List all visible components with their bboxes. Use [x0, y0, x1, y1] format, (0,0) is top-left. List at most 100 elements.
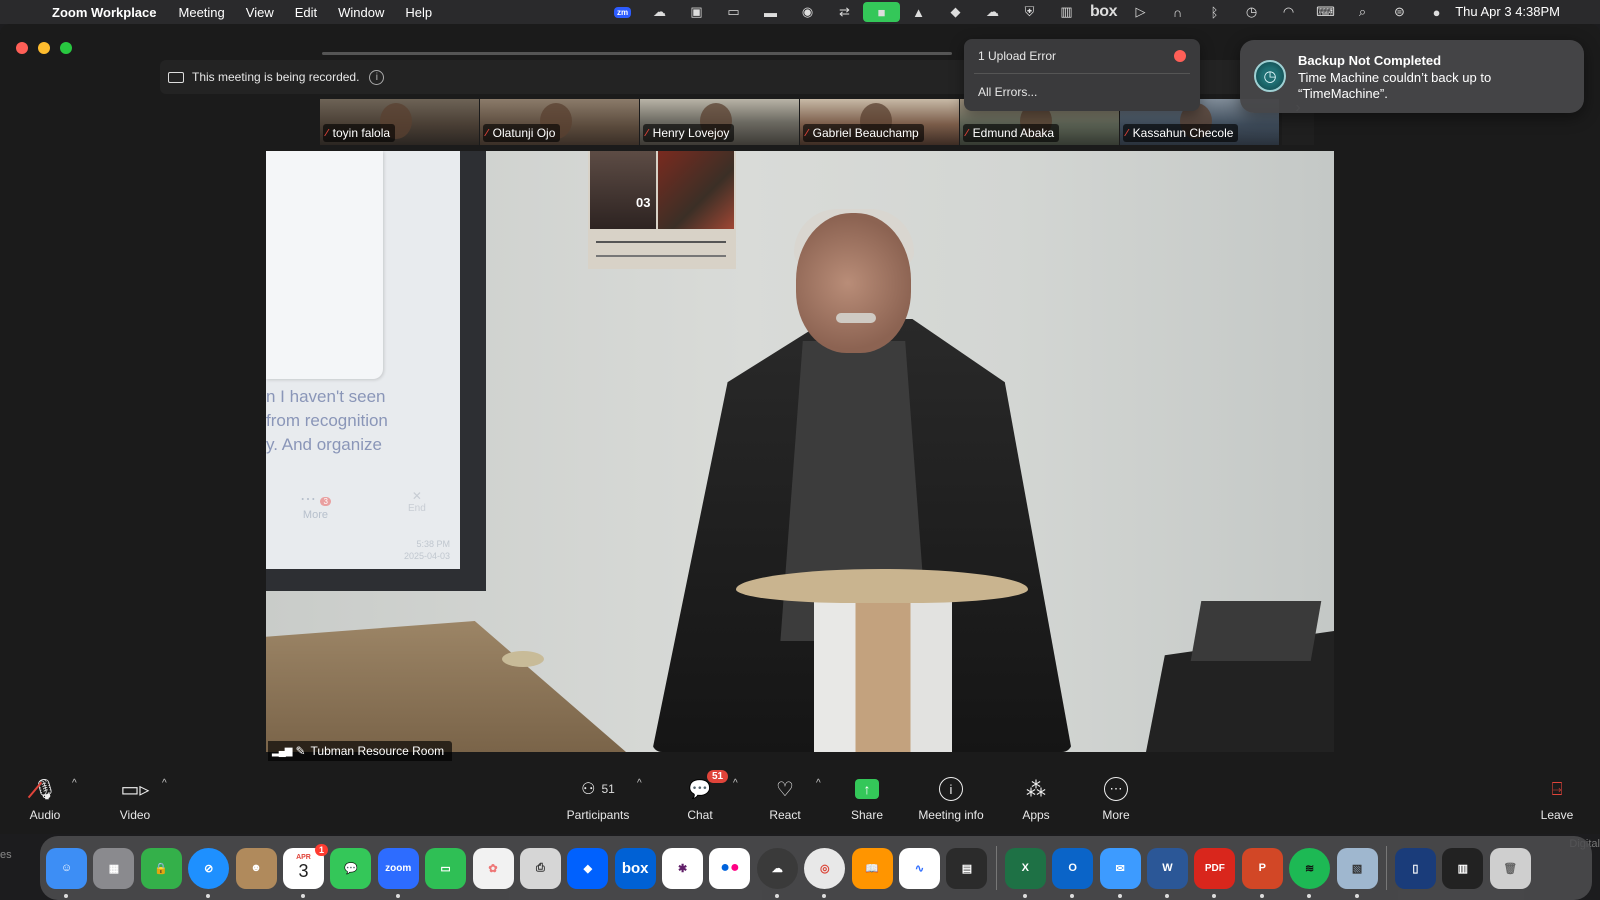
menu-view[interactable]: View — [246, 5, 274, 20]
play-icon[interactable]: ▷ — [1122, 0, 1159, 24]
box-status-icon[interactable]: box — [1085, 0, 1122, 24]
activity-monitor-icon[interactable]: ▥ — [1442, 847, 1484, 889]
leave-button[interactable]: ⍈ Leave — [1512, 776, 1600, 823]
share-button[interactable]: ↑ Share — [822, 776, 912, 822]
more-button[interactable]: ⋯ More — [1071, 776, 1161, 822]
video-options-caret-icon[interactable]: ^ — [162, 778, 167, 789]
drive-icon[interactable]: ▲ — [900, 0, 937, 24]
remote-desktop-icon[interactable]: ▯ — [1394, 847, 1436, 889]
freeform-icon[interactable]: ∿ — [899, 847, 941, 889]
outlook-app-icon[interactable]: O — [1052, 847, 1094, 898]
photos-icon[interactable]: ✿ — [472, 847, 514, 889]
cloud-error-icon[interactable]: ☁ — [974, 0, 1011, 24]
pdf-icon[interactable]: PDF — [1194, 847, 1236, 898]
contacts-icon[interactable]: ☻ — [235, 847, 277, 889]
react-button[interactable]: ♡ ^ React — [740, 776, 830, 822]
audio-button[interactable]: 🎙 ^ Audio — [0, 776, 90, 822]
excel-icon[interactable]: X — [1004, 847, 1046, 898]
dock-separator — [1385, 846, 1387, 890]
participants-button[interactable]: ⚇ 51 ^ Participants — [553, 776, 643, 822]
meeting-info-button[interactable]: i Meeting info — [906, 776, 996, 822]
powerpoint-icon[interactable]: P — [1241, 847, 1283, 898]
heart-icon: ♡ ^ — [776, 778, 821, 801]
siri-icon[interactable]: ● — [1418, 0, 1455, 24]
folder-icon[interactable]: ▭ — [715, 0, 752, 24]
participant-name: Kassahun Checole — [1132, 126, 1234, 140]
chrome-icon[interactable]: ◎ — [804, 847, 846, 898]
participant-tile[interactable]: ⁄ Olatunji Ojo — [480, 99, 639, 145]
participant-tile[interactable]: ⁄ toyin falola — [320, 99, 479, 145]
flickr-icon[interactable]: ● ● — [709, 847, 751, 889]
sync-icon[interactable]: ⇄ — [826, 0, 863, 24]
spotify-icon[interactable]: ≋ — [1289, 847, 1331, 898]
active-speaker-video[interactable]: n I haven't seen from recognition y. And… — [266, 151, 1334, 752]
app-name-menu[interactable]: Zoom Workplace — [52, 5, 157, 20]
participants-options-caret-icon[interactable]: ^ — [637, 778, 642, 789]
participant-tile[interactable]: ⁄ Gabriel Beauchamp — [800, 99, 959, 145]
lock-icon[interactable]: 🔒 — [140, 847, 182, 889]
participant-tile[interactable]: ⁄ Henry Lovejoy — [640, 99, 799, 145]
calendar-icon[interactable]: APR 3 1 — [282, 843, 328, 898]
bluetooth-icon[interactable]: ᛒ — [1196, 0, 1233, 24]
menu-window[interactable]: Window — [338, 5, 384, 20]
slide-date: 2025-04-03 — [404, 551, 451, 561]
creative-cloud-app-icon[interactable]: ☁ — [756, 847, 798, 898]
menu-meeting[interactable]: Meeting — [179, 5, 225, 20]
preview-icon[interactable]: ▧ — [1336, 847, 1378, 898]
keyboard-icon[interactable]: ⌨ — [1307, 0, 1344, 24]
slack-icon[interactable]: ✱ — [662, 847, 704, 889]
shield-icon[interactable]: ⛨ — [1011, 0, 1048, 24]
clock[interactable]: Thu Apr 3 4:38PM — [1455, 4, 1560, 19]
slide-text: n I haven't seen from recognition y. And… — [266, 385, 388, 457]
fullscreen-window-button[interactable] — [60, 42, 72, 54]
recording-info-icon[interactable]: i — [369, 69, 385, 85]
time-machine-icon[interactable]: ◷ — [1233, 0, 1270, 24]
dropbox-icon[interactable]: ◆ — [937, 0, 974, 24]
zoom-app-icon[interactable]: zoom — [377, 847, 419, 898]
popup-divider — [974, 73, 1190, 74]
facetime-app-icon[interactable]: ▭ — [425, 847, 467, 889]
messages-icon[interactable]: 💬 — [330, 847, 372, 889]
spotlight-icon[interactable]: ⌕ — [1344, 0, 1381, 24]
screen-record-icon[interactable]: ▬ — [752, 0, 789, 24]
finder-icon[interactable]: ☺ — [46, 847, 87, 898]
time-machine-notification[interactable]: ◷ Backup Not Completed Time Machine coul… — [1240, 40, 1584, 113]
books-icon[interactable]: 📖 — [851, 847, 893, 889]
mail-icon[interactable]: ✉ — [1099, 847, 1141, 898]
upload-error-label[interactable]: 1 Upload Error — [978, 49, 1056, 63]
zoom-status-icon[interactable]: zm — [604, 0, 641, 24]
creative-cloud-icon[interactable]: ☁ — [641, 0, 678, 24]
printer-icon[interactable]: ⎙ — [519, 847, 561, 889]
box-app-icon[interactable]: box — [614, 847, 656, 889]
video-camera-icon: ▭▹ ^ — [120, 778, 167, 801]
trash-icon[interactable]: 🗑 — [1489, 847, 1531, 889]
facetime-icon[interactable]: ■ — [863, 0, 900, 24]
safari-icon[interactable]: ⊘ — [188, 847, 230, 898]
menu-edit[interactable]: Edit — [295, 5, 317, 20]
headphones-icon[interactable]: ∩ — [1159, 0, 1196, 24]
layout-icon[interactable]: ▥ — [1048, 0, 1085, 24]
apps-button[interactable]: ⁂ Apps — [991, 776, 1081, 823]
slide-line: n I haven't seen — [266, 387, 386, 406]
wifi-icon[interactable]: ◠ — [1270, 0, 1307, 24]
menu-help[interactable]: Help — [405, 5, 432, 20]
launchpad-icon[interactable]: ▦ — [93, 847, 135, 889]
dropbox-app-icon[interactable]: ◆ — [567, 847, 609, 889]
chat-button[interactable]: 💬 51 ^ Chat — [655, 770, 745, 822]
archive-icon[interactable]: ▤ — [946, 847, 988, 889]
grammarly-icon[interactable]: ◉ — [789, 0, 826, 24]
word-icon[interactable]: W — [1146, 847, 1188, 898]
outlook-icon[interactable]: ▣ — [678, 0, 715, 24]
audio-options-caret-icon[interactable]: ^ — [72, 778, 77, 789]
box-upload-popup: 1 Upload Error All Errors... — [964, 39, 1200, 111]
minimize-window-button[interactable] — [38, 42, 50, 54]
control-center-icon[interactable]: ⊜ — [1381, 0, 1418, 24]
tape-roll — [502, 651, 544, 667]
participants-icon: ⚇ 51 ^ — [581, 778, 642, 798]
react-options-caret-icon[interactable]: ^ — [816, 778, 821, 789]
all-errors-link[interactable]: All Errors... — [978, 85, 1037, 99]
close-window-button[interactable] — [16, 42, 28, 54]
participant-name: Gabriel Beauchamp — [812, 126, 919, 140]
chat-options-caret-icon[interactable]: ^ — [733, 778, 738, 789]
video-button[interactable]: ▭▹ ^ Video — [90, 776, 180, 822]
